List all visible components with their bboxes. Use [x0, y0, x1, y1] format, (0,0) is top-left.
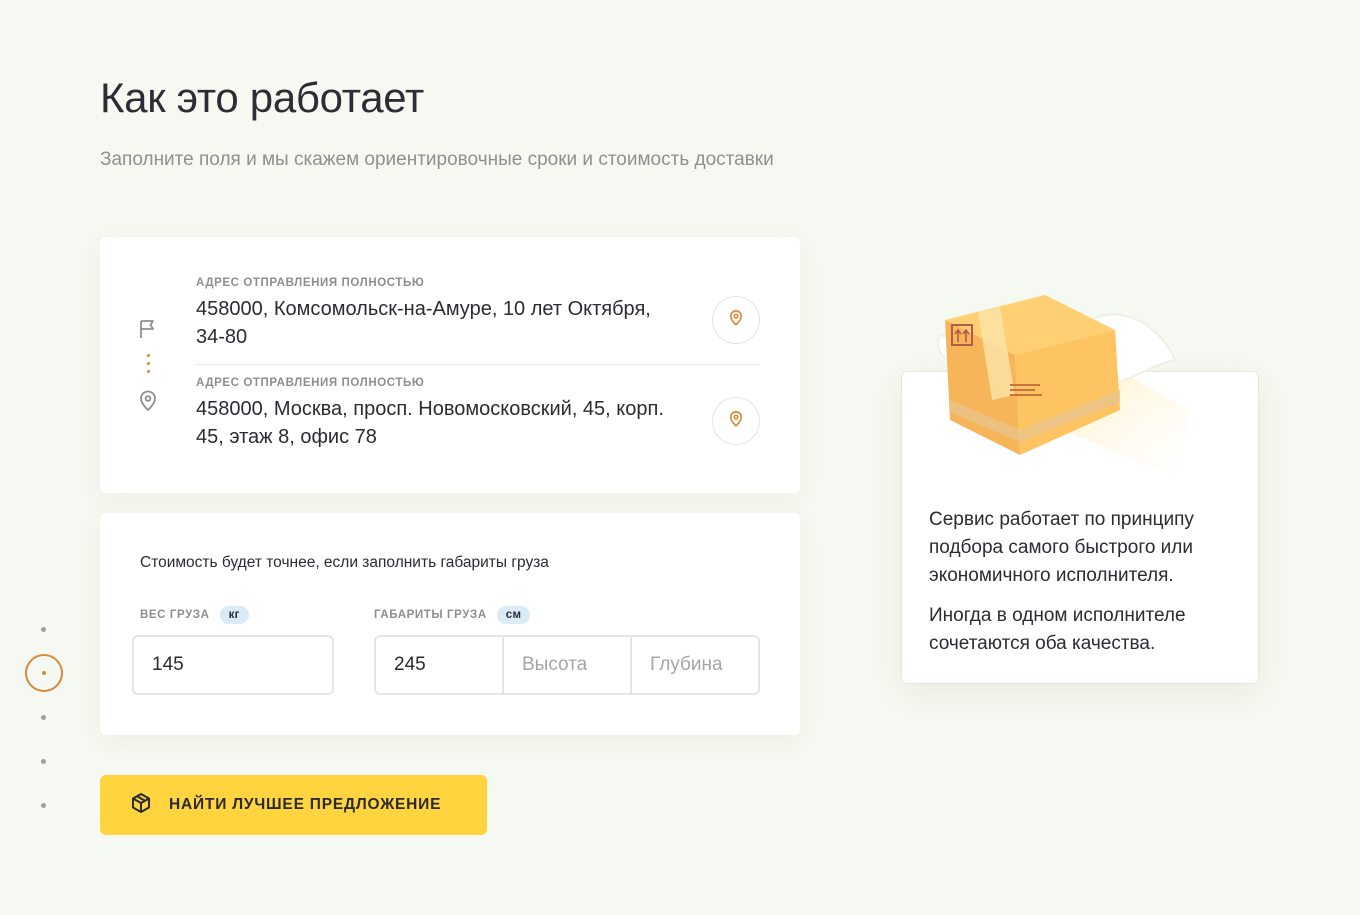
step-dot[interactable]	[41, 803, 46, 808]
package-box-icon	[129, 791, 153, 820]
dimensions-label: Габариты груза см	[374, 606, 531, 624]
from-address-label: Адрес отправления полностью	[196, 277, 425, 289]
page-subtitle: Заполните поля и мы скажем ориентировочн…	[100, 149, 774, 170]
depth-input[interactable]: Глубина	[630, 635, 760, 695]
length-input[interactable]: 245	[374, 635, 504, 695]
weight-label-text: Вес груза	[140, 609, 210, 621]
address-card: Адрес отправления полностью 458000, Комс…	[100, 237, 800, 493]
to-address-value[interactable]: 458000, Москва, просп. Новомосковский, 4…	[196, 395, 666, 451]
cargo-card: Стоимость будет точнее, если заполнить г…	[100, 513, 800, 735]
map-pin-icon	[727, 410, 745, 433]
route-connector	[146, 354, 150, 378]
weight-unit-badge: кг	[219, 606, 249, 624]
dimensions-input-group: 245 Высота Глубина	[374, 635, 760, 695]
step-dot[interactable]	[41, 759, 46, 764]
map-pin-icon	[136, 389, 160, 413]
flag-icon	[136, 317, 160, 341]
flying-parcel-illustration	[930, 290, 1190, 500]
info-paragraph: Иногда в одном исполнителе сочетаются об…	[929, 605, 1186, 654]
from-map-button[interactable]	[712, 296, 760, 344]
find-best-offer-label: НАЙТИ ЛУЧШЕЕ ПРЕДЛОЖЕНИЕ	[169, 796, 442, 813]
from-address: Адрес отправления полностью 458000, Комс…	[196, 277, 760, 351]
step-dot[interactable]	[41, 715, 46, 720]
height-input[interactable]: Высота	[502, 635, 632, 695]
cargo-hint: Стоимость будет точнее, если заполнить г…	[140, 554, 549, 571]
to-map-button[interactable]	[712, 397, 760, 445]
info-text: Сервис работает по принципу подбора само…	[929, 506, 1229, 658]
page-title: Как это работает	[100, 74, 424, 121]
divider	[196, 364, 760, 365]
dimensions-label-text: Габариты груза	[374, 609, 487, 621]
weight-input[interactable]: 145	[132, 635, 334, 695]
dimensions-unit-badge: см	[496, 606, 531, 624]
to-address: Адрес отправления полностью 458000, Моск…	[196, 377, 760, 451]
step-dot-active[interactable]	[25, 654, 63, 692]
info-paragraph: Сервис работает по принципу подбора само…	[929, 509, 1194, 586]
weight-label: Вес груза кг	[140, 606, 249, 624]
step-dot[interactable]	[41, 627, 46, 632]
from-address-value[interactable]: 458000, Комсомольск-на-Амуре, 10 лет Окт…	[196, 295, 666, 351]
find-best-offer-button[interactable]: НАЙТИ ЛУЧШЕЕ ПРЕДЛОЖЕНИЕ	[100, 775, 487, 835]
page: Как это работает Заполните поля и мы ска…	[0, 0, 1360, 915]
to-address-label: Адрес отправления полностью	[196, 377, 425, 389]
map-pin-icon	[727, 309, 745, 332]
